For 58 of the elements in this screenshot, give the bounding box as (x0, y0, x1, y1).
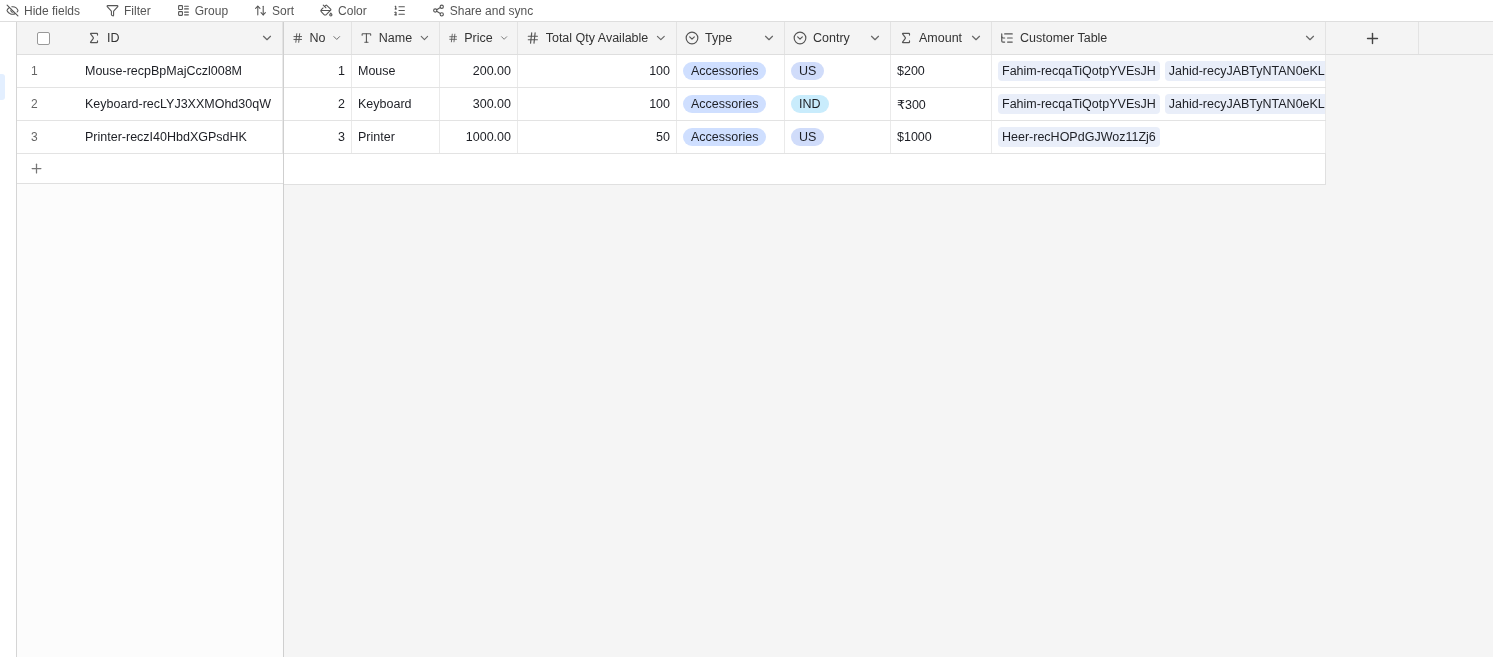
table-cell: 2 (284, 88, 352, 120)
table-cell: 200.00 (440, 55, 518, 87)
row-number: 1 (30, 64, 39, 78)
tag: Accessories (683, 95, 767, 113)
table-cell: 300.00 (440, 88, 518, 120)
table-cell: $1000 (891, 121, 992, 153)
toolbar-button[interactable]: Sort (252, 3, 297, 18)
add-row-strip[interactable] (284, 154, 1326, 185)
share-icon (431, 4, 445, 17)
table-cell: 3 (284, 121, 352, 153)
linked-record[interactable]: Fahim-recqaTiQotpYVEsJH (998, 61, 1160, 81)
formula-icon (87, 31, 101, 45)
toolbar-button[interactable]: Filter (104, 3, 153, 18)
table-cell: Mouse-recpBpMajCczl008M (79, 55, 283, 87)
row-number: 2 (30, 97, 39, 111)
plus-icon (29, 161, 44, 176)
select-icon (793, 31, 807, 45)
table-cell: Printer-reczI40HbdXGPsdHK (79, 121, 283, 153)
paint-bucket-icon (320, 4, 334, 17)
tag: IND (791, 95, 829, 113)
toolbar-button[interactable]: Hide fields (4, 3, 83, 18)
table-cell: 50 (518, 121, 677, 153)
checkbox[interactable] (37, 31, 50, 45)
text-icon (360, 31, 373, 45)
table-cell: $200 (891, 55, 992, 87)
toolbar-button[interactable]: Group (174, 3, 231, 18)
tag: US (791, 62, 825, 80)
eye-off-icon (6, 4, 19, 17)
hash-icon (292, 31, 304, 45)
table-cell: Printer (352, 121, 440, 153)
table-cell: Keyboard (352, 88, 440, 120)
table-cell: 100 (518, 88, 677, 120)
table-cell: ₹300 (891, 88, 992, 120)
select-icon (685, 31, 699, 45)
linked-record[interactable]: Fahim-recqaTiQotpYVEsJH (998, 94, 1160, 114)
table-cell: 100 (518, 55, 677, 87)
tag: Accessories (683, 62, 767, 80)
sort-icon (254, 4, 268, 17)
row-height-icon (392, 4, 406, 17)
group-icon (176, 4, 190, 17)
hash-icon (448, 31, 459, 45)
linked-record[interactable]: Heer-recHOPdGJWoz11Zj6 (998, 127, 1160, 147)
tag: US (791, 128, 825, 146)
table-cell: Mouse (352, 55, 440, 87)
linked-record[interactable]: Jahid-recyJABTyNTAN0eKL (1164, 61, 1325, 81)
table-cell: 1000.00 (440, 121, 518, 153)
table-cell: Keyboard-recLYJ3XXMOhd30qW (79, 88, 283, 120)
formula-icon (899, 31, 913, 45)
toolbar-button[interactable]: Color (318, 3, 369, 18)
link-icon (1000, 31, 1014, 45)
table-cell: 1 (284, 55, 352, 87)
filter-icon (106, 4, 120, 17)
toolbar-button[interactable]: Share and sync (429, 3, 536, 18)
selection-marker (0, 74, 5, 100)
hash-icon (526, 31, 540, 45)
linked-record[interactable]: Jahid-recyJABTyNTAN0eKL (1164, 94, 1325, 114)
row-number: 3 (30, 130, 39, 144)
tag: Accessories (683, 128, 767, 146)
